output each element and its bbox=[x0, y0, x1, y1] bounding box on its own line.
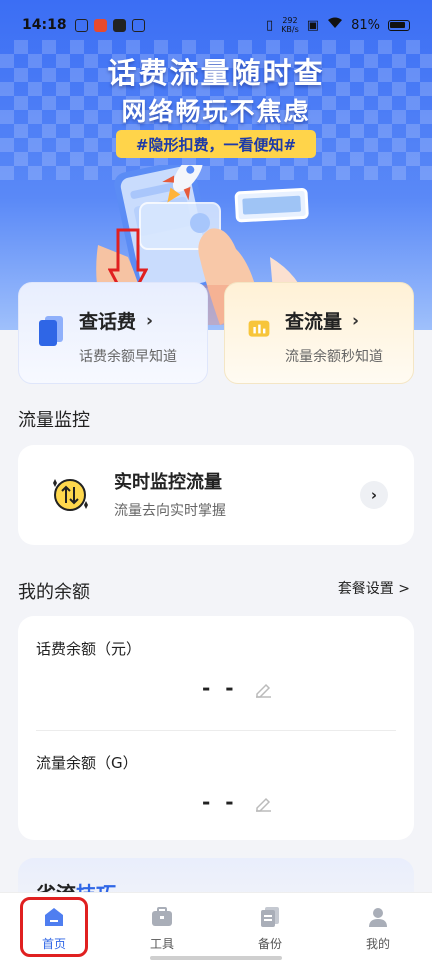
divider bbox=[36, 730, 396, 731]
banner-subtitle: 网络畅玩不焦虑 bbox=[121, 97, 311, 126]
balance-heading: 我的余额 bbox=[18, 582, 90, 603]
checkbox-notification-icon bbox=[131, 18, 145, 32]
data-usage-icon bbox=[248, 320, 270, 337]
edit-icon[interactable] bbox=[254, 680, 272, 698]
tab-backup[interactable]: 备份 bbox=[216, 893, 324, 964]
tab-profile[interactable]: 我的 bbox=[324, 893, 432, 964]
data-transfer-icon bbox=[53, 479, 88, 511]
status-right: ▯ 292 KB/s ▣ 81% bbox=[266, 16, 410, 34]
tab-tools[interactable]: 工具 bbox=[108, 893, 216, 964]
check-data-card[interactable]: 查流量 › 流量余额秒知道 bbox=[224, 282, 414, 384]
banner-title: 话费流量随时查 bbox=[107, 56, 325, 90]
status-time: 14:18 bbox=[22, 17, 67, 33]
data-balance-value: - - bbox=[202, 790, 238, 814]
net-speed-value: 292 bbox=[282, 16, 298, 25]
nfc-icon: ▣ bbox=[306, 17, 320, 33]
check-data-label: 查流量 bbox=[285, 311, 343, 333]
data-balance-label: 流量余额（G） bbox=[36, 754, 138, 772]
play-icon bbox=[112, 18, 126, 32]
plan-settings-link[interactable]: 套餐设置 > bbox=[338, 578, 410, 598]
check-data-subtitle: 流量余额秒知道 bbox=[285, 349, 383, 365]
tab-home-label: 首页 bbox=[41, 937, 66, 951]
edit-icon[interactable] bbox=[254, 794, 272, 812]
phone-balance-label: 话费余额（元） bbox=[36, 640, 142, 658]
status-bar: 14:18 ▯ 292 KB/s ▣ 81% bbox=[0, 0, 432, 50]
net-speed: 292 KB/s bbox=[281, 16, 299, 34]
realtime-monitor-card[interactable]: 实时监控流量 流量去向实时掌握 › bbox=[18, 445, 414, 545]
app-notification-icon bbox=[93, 18, 107, 32]
balance-card: 话费余额（元） - - 流量余额（G） - - bbox=[18, 616, 414, 840]
check-fee-card[interactable]: 查话费 › 话费余额早知道 bbox=[18, 282, 208, 384]
tab-profile-label: 我的 bbox=[365, 937, 390, 951]
backup-icon bbox=[261, 907, 279, 927]
monitor-title: 实时监控流量 bbox=[114, 472, 222, 493]
tab-backup-label: 备份 bbox=[257, 937, 282, 951]
check-data-title: 查流量 › bbox=[285, 307, 413, 334]
phone-balance-value: - - bbox=[202, 676, 238, 700]
battery-percent: 81% bbox=[351, 17, 380, 33]
chevron-right-icon: › bbox=[146, 310, 154, 331]
chevron-right-icon: › bbox=[352, 310, 360, 331]
home-indicator bbox=[150, 956, 282, 960]
wifi-icon bbox=[327, 17, 343, 33]
profile-icon bbox=[369, 908, 387, 927]
tab-home[interactable]: 首页 bbox=[0, 893, 108, 964]
chevron-right-icon[interactable]: › bbox=[360, 481, 388, 509]
toolbox-icon bbox=[152, 907, 172, 926]
phone-bill-icon bbox=[39, 316, 63, 346]
battery-icon bbox=[388, 19, 410, 31]
notification-icons bbox=[74, 18, 145, 32]
check-fee-label: 查话费 bbox=[79, 311, 137, 333]
home-icon bbox=[45, 908, 63, 926]
check-fee-title: 查话费 › bbox=[79, 307, 207, 334]
check-fee-subtitle: 话费余额早知道 bbox=[79, 349, 177, 365]
monitor-subtitle: 流量去向实时掌握 bbox=[114, 503, 226, 519]
vibrate-icon: ▯ bbox=[266, 17, 274, 33]
bottom-tab-bar: 首页 工具 备份 我的 bbox=[0, 892, 432, 964]
sync-icon bbox=[74, 18, 88, 32]
tab-tools-label: 工具 bbox=[149, 937, 174, 951]
banner-tag: #隐形扣费，一看便知# bbox=[116, 130, 316, 158]
net-speed-unit: KB/s bbox=[281, 25, 299, 34]
monitor-heading: 流量监控 bbox=[18, 410, 90, 431]
